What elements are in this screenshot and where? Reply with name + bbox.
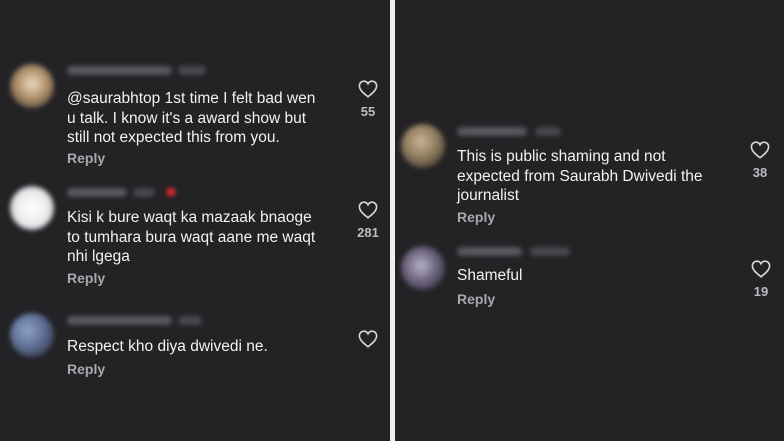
avatar[interactable] [10,186,54,230]
like-button[interactable]: 38 [740,141,780,180]
heart-icon [358,201,378,219]
like-count: 281 [357,225,379,240]
like-button[interactable]: 55 [348,80,388,119]
comment-text: Kisi k bure waqt ka mazaak bnaoge to tum… [67,209,316,265]
like-button[interactable]: 19 [741,260,781,299]
comment-text: This is public shaming and not expected … [457,148,703,204]
timestamp-blurred [178,66,206,75]
heart-icon [358,330,378,348]
comment-text: @saurabhtop 1st time I felt bad wen u ta… [67,90,316,146]
heart-icon [358,80,378,98]
timestamp-blurred [133,188,155,197]
avatar[interactable] [10,313,54,357]
comments-panel-right: This is public shaming and not expected … [395,0,784,441]
like-button[interactable]: 281 [348,201,388,240]
screenshot-collage: @saurabhtop 1st time I felt bad wen u ta… [0,0,784,441]
heart-icon [750,141,770,159]
like-count: 55 [360,104,376,119]
timestamp-blurred [178,316,202,325]
reply-button[interactable]: Reply [67,150,105,166]
like-count: 19 [753,284,769,299]
username-blurred[interactable] [457,127,527,136]
reply-button[interactable]: Reply [67,270,105,286]
reply-button[interactable]: Reply [457,291,495,307]
heart-icon [751,260,771,278]
like-button[interactable] [348,330,388,354]
username-blurred[interactable] [457,247,522,256]
avatar[interactable] [401,246,445,290]
avatar[interactable] [401,124,445,168]
comments-panel-left: @saurabhtop 1st time I felt bad wen u ta… [0,0,390,441]
reply-button[interactable]: Reply [457,209,495,225]
like-count: 38 [752,165,768,180]
username-blurred[interactable] [67,66,172,75]
username-blurred[interactable] [67,316,172,325]
username-blurred[interactable] [67,188,127,197]
comment-text: Respect kho diya dwivedi ne. [67,338,268,355]
badge-blurred [166,187,176,197]
reply-button[interactable]: Reply [67,361,105,377]
timestamp-blurred [530,247,570,256]
timestamp-blurred [535,127,561,136]
comment-text: Shameful [457,267,523,284]
avatar[interactable] [10,64,54,108]
